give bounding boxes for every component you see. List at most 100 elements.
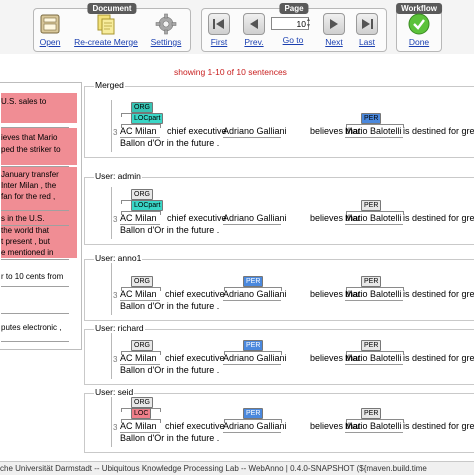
token-is-destined[interactable]: is destined for great <box>403 289 474 299</box>
loc-label[interactable]: LOCpart <box>131 113 164 124</box>
org-label[interactable]: ORG <box>131 102 153 113</box>
org-label[interactable]: ORG <box>131 397 153 408</box>
sentence-number: 3 <box>113 355 118 364</box>
sentence-line-2[interactable]: Ballon d'Or in the future . <box>120 433 219 443</box>
last-page-icon <box>356 13 378 35</box>
org-label[interactable]: ORG <box>131 276 153 287</box>
token-underline <box>345 364 403 365</box>
sentence-line[interactable]: fan for the red , <box>1 192 77 202</box>
loc-label[interactable]: LOC <box>131 408 152 419</box>
org-label[interactable]: ORG <box>131 340 153 351</box>
per-bracket-balotelli <box>346 124 404 128</box>
checkmark-icon <box>408 13 430 35</box>
sentence-line[interactable]: January transfer <box>1 170 77 180</box>
sentence-number: 3 <box>113 291 118 300</box>
open-label[interactable]: Open <box>37 37 63 47</box>
token-is-destined[interactable]: is destined for great <box>403 213 474 223</box>
document-group: Document Open Re-create Merge Settings <box>33 3 191 52</box>
settings-button[interactable]: Settings <box>148 13 184 47</box>
page-number-input[interactable]: 10 <box>271 17 309 30</box>
recreate-merge-icon <box>95 13 117 35</box>
sentence-line[interactable]: ieves that Mario <box>1 133 77 143</box>
token-chief-executive[interactable]: chief executive <box>165 421 225 431</box>
sentence-line[interactable]: the world that <box>1 226 77 236</box>
token-adriano-galliani[interactable]: Adriano Galliani <box>223 213 287 223</box>
loc-label[interactable]: LOCpart <box>131 200 164 211</box>
prev-button[interactable]: Prev. <box>240 13 268 47</box>
sentence-divider <box>1 313 69 314</box>
panel-title: User: seid <box>94 387 135 397</box>
loc-bracket <box>121 419 161 423</box>
sentence-list-panel[interactable]: U.S. sales to ieves that Mario ped the str… <box>0 82 82 350</box>
sentence-line[interactable]: t present , but <box>1 237 77 247</box>
sentence-line[interactable]: e mentioned in <box>1 248 77 258</box>
per-label-galliani[interactable]: PER <box>243 276 264 287</box>
token-underline <box>223 364 281 365</box>
footer: che Universität Darmstadt -- Ubiquitous … <box>0 461 474 475</box>
annotation-panel: 3 AC Milan chief executive Adriano Galliani… <box>84 393 474 453</box>
per-label-balotelli[interactable]: PER <box>361 408 382 419</box>
sentence-line[interactable]: U.S. sales to <box>1 97 77 107</box>
sentence-line-2[interactable]: Ballon d'Or in the future . <box>120 138 219 148</box>
page-group: Page First Prev. 10 ▲ ▼ Go to Next Last <box>201 3 387 52</box>
sentence-line-2[interactable]: Ballon d'Or in the future . <box>120 301 219 311</box>
sentence-line-2[interactable]: Ballon d'Or in the future . <box>120 225 219 235</box>
sentence-line[interactable]: Inter Milan , the <box>1 181 77 191</box>
per-label-balotelli[interactable]: PER <box>361 276 382 287</box>
token-chief-executive[interactable]: chief executive <box>165 289 225 299</box>
token-underline <box>120 364 160 365</box>
annotation-panel: 3 AC Milan chief executive Adriano Galliani… <box>84 327 474 385</box>
sentence-divider <box>1 127 69 128</box>
sentence-line[interactable]: ped the striker to <box>1 145 77 155</box>
sentence-line[interactable]: r to 10 cents from <box>1 272 77 282</box>
token-is-destined[interactable]: is destined for great <box>403 126 474 136</box>
recreate-merge-button[interactable]: Re-create Merge <box>72 13 140 47</box>
page-spinner-icon[interactable]: ▲ ▼ <box>306 17 312 30</box>
next-page-icon <box>323 13 345 35</box>
gear-icon <box>155 13 177 35</box>
next-button[interactable]: Next <box>320 13 348 47</box>
last-button[interactable]: Last <box>354 13 380 47</box>
first-label[interactable]: First <box>206 37 232 47</box>
recreate-merge-label[interactable]: Re-create Merge <box>72 37 140 47</box>
token-underline <box>223 137 281 138</box>
per-label-galliani[interactable]: PER <box>243 408 264 419</box>
sentence-number: 3 <box>113 423 118 432</box>
sentence-line[interactable]: putes electronic , <box>1 323 77 333</box>
goto-label[interactable]: Go to <box>278 35 308 45</box>
sentence-divider <box>1 341 69 342</box>
token-is-destined[interactable]: is destined for great <box>403 353 474 363</box>
token-underline <box>345 137 403 138</box>
goto-button[interactable]: Go to <box>278 33 308 45</box>
per-label-galliani[interactable]: PER <box>243 340 264 351</box>
token-underline <box>345 432 403 433</box>
sentence-line[interactable]: s in the U.S. <box>1 214 77 224</box>
org-bracket <box>121 287 161 291</box>
per-label-balotelli[interactable]: PER <box>361 200 382 211</box>
annotation-panel: 3 AC Milan chief executive Adriano Galliani… <box>84 259 474 321</box>
prev-label[interactable]: Prev. <box>240 37 268 47</box>
settings-label[interactable]: Settings <box>148 37 184 47</box>
per-label-balotelli[interactable]: PER <box>361 340 382 351</box>
done-button[interactable]: Done <box>403 13 435 47</box>
token-chief-executive[interactable]: chief executive <box>167 126 227 136</box>
token-is-destined[interactable]: is destined for great <box>403 421 474 431</box>
org-label[interactable]: ORG <box>131 189 153 200</box>
per-bracket-balotelli <box>346 211 404 215</box>
sentence-line-2[interactable]: Ballon d'Or in the future . <box>120 365 219 375</box>
next-label[interactable]: Next <box>320 37 348 47</box>
token-chief-executive[interactable]: chief executive <box>167 213 227 223</box>
token-underline <box>345 300 403 301</box>
token-adriano-galliani[interactable]: Adriano Galliani <box>223 126 287 136</box>
first-button[interactable]: First <box>206 13 232 47</box>
last-label[interactable]: Last <box>354 37 380 47</box>
token-underline <box>120 432 160 433</box>
per-label-balotelli[interactable]: PER <box>361 113 382 124</box>
open-button[interactable]: Open <box>37 13 63 47</box>
panel-title: Merged <box>94 80 125 90</box>
prev-page-icon <box>243 13 265 35</box>
token-chief-executive[interactable]: chief executive <box>165 353 225 363</box>
sentence-range-status: showing 1-10 of 10 sentences <box>174 67 287 77</box>
token-underline <box>120 300 160 301</box>
done-label[interactable]: Done <box>403 37 435 47</box>
